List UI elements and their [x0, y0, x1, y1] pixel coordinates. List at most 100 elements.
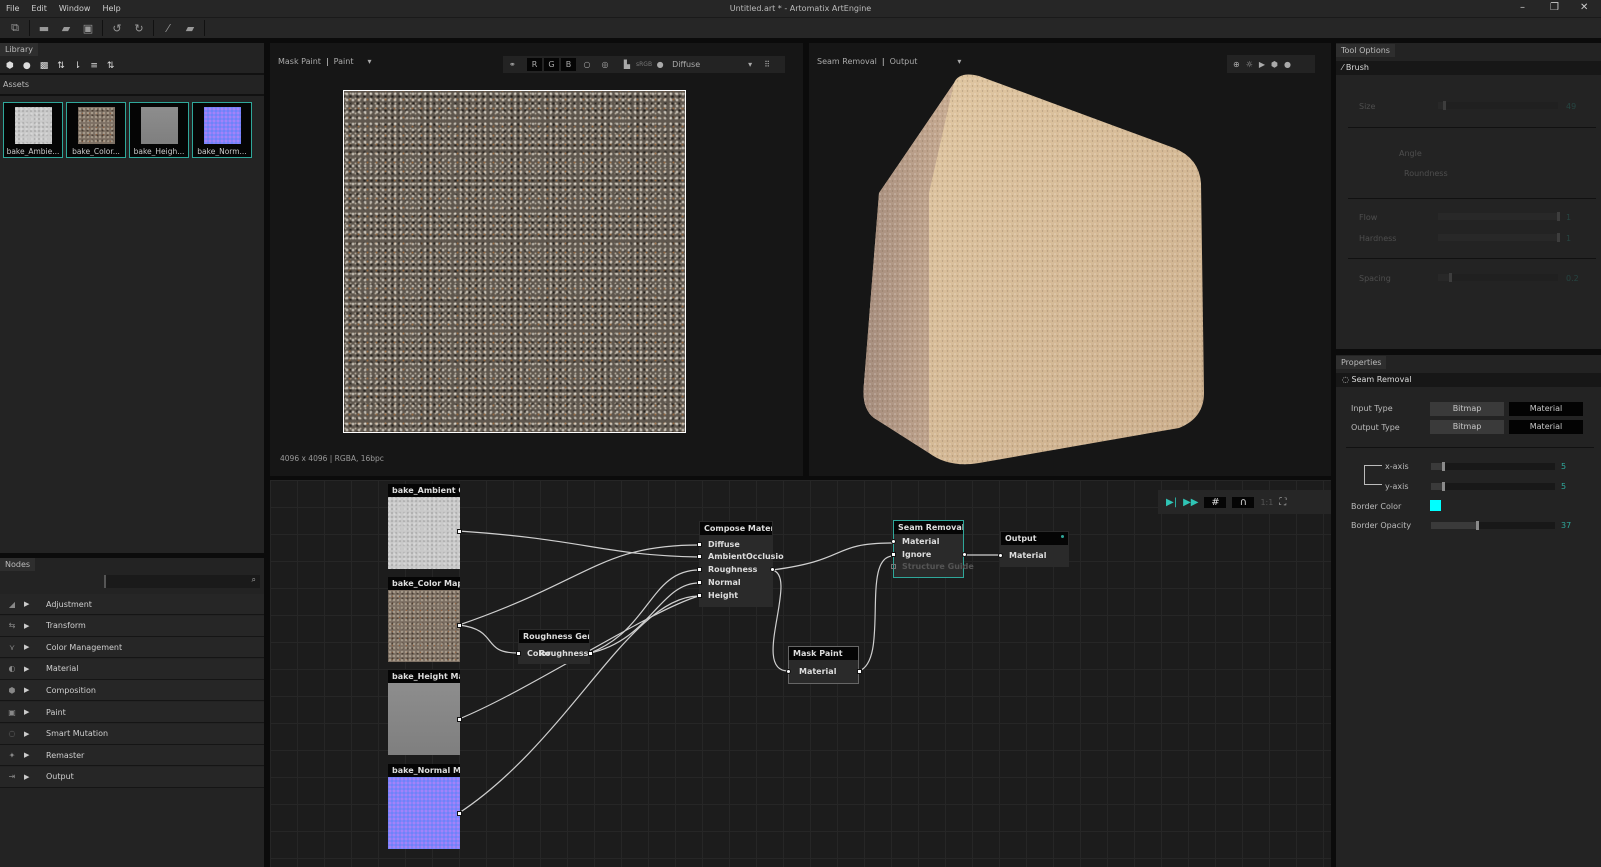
- node-category-color-management[interactable]: ⋎ ▶ Color Management: [0, 637, 264, 659]
- expand-arrow-icon[interactable]: ▶: [24, 751, 38, 759]
- asset-thumb[interactable]: bake_Heigh...: [129, 102, 189, 158]
- channel-mix-icon[interactable]: ◎: [596, 60, 614, 69]
- border-color-swatch[interactable]: [1430, 500, 1441, 511]
- port-roughness-out[interactable]: Roughness: [539, 649, 588, 658]
- node-graph[interactable]: bake_Ambient Occ bake_Color Map fr bake_…: [270, 480, 1331, 867]
- minimize-icon[interactable]: –: [1520, 2, 1525, 13]
- port-roughness[interactable]: Roughness: [708, 565, 757, 574]
- properties-tab[interactable]: Properties: [1336, 356, 1387, 369]
- new-icon[interactable]: ▬: [33, 22, 55, 35]
- histogram-icon[interactable]: ▙: [618, 60, 636, 69]
- port-material[interactable]: Material: [1009, 551, 1046, 560]
- node-category-material[interactable]: ◐ ▶ Material: [0, 658, 264, 680]
- expand-arrow-icon[interactable]: ▶: [24, 600, 38, 608]
- channel-select[interactable]: Diffuse: [672, 60, 748, 69]
- image-node-color-map[interactable]: bake_Color Map fr: [388, 577, 460, 662]
- x-axis-slider[interactable]: [1431, 462, 1555, 471]
- texture-preview[interactable]: [343, 90, 686, 433]
- asset-thumb[interactable]: bake_Color...: [66, 102, 126, 158]
- image-node-ambient-occlusion[interactable]: bake_Ambient Occ: [388, 484, 460, 569]
- image-node-normal-map[interactable]: bake_Normal Map: [388, 764, 460, 849]
- port-structure-guide[interactable]: Structure Guide: [902, 562, 974, 571]
- chevron-down-icon[interactable]: ▾: [748, 60, 752, 69]
- node-category-composition[interactable]: ⬢ ▶ Composition: [0, 680, 264, 702]
- channel-r-toggle[interactable]: R: [527, 58, 542, 71]
- hardness-slider[interactable]: [1438, 233, 1560, 242]
- spacing-slider[interactable]: [1438, 273, 1558, 282]
- node-category-remaster[interactable]: ✦ ▶ Remaster: [0, 745, 264, 767]
- node-mask-paint[interactable]: Mask Paint Material: [786, 646, 862, 684]
- srgb-toggle[interactable]: sRGB: [636, 61, 652, 68]
- border-opacity-slider[interactable]: [1431, 521, 1555, 530]
- port-height[interactable]: Height: [708, 591, 738, 600]
- tool-options-tab[interactable]: Tool Options: [1336, 44, 1395, 57]
- sphere-icon[interactable]: ●: [23, 61, 31, 71]
- checker-icon[interactable]: ▩: [40, 61, 49, 71]
- node-roughness-generator[interactable]: Roughness Genera Color Roughness: [516, 629, 593, 664]
- expand-arrow-icon[interactable]: ▶: [24, 665, 38, 673]
- node-category-paint[interactable]: ▣ ▶ Paint: [0, 702, 264, 723]
- swap-icon[interactable]: ⇅: [107, 61, 115, 71]
- output-port[interactable]: [457, 623, 462, 628]
- cube-icon[interactable]: ⬢: [6, 61, 14, 71]
- undo-icon[interactable]: ↺: [106, 22, 128, 35]
- library-tab[interactable]: Library: [0, 43, 38, 56]
- sort-icon[interactable]: ⇂: [74, 61, 82, 71]
- expand-arrow-icon[interactable]: ▶: [24, 730, 38, 738]
- port-ignore[interactable]: Ignore: [902, 550, 931, 559]
- node-category-adjustment[interactable]: ◢ ▶ Adjustment: [0, 594, 264, 615]
- fit-view-icon[interactable]: ⛶: [1279, 497, 1286, 508]
- redo-icon[interactable]: ↻: [128, 22, 150, 35]
- grid-icon[interactable]: ⠿: [764, 60, 770, 69]
- sort-az-icon[interactable]: ⇅: [57, 61, 65, 71]
- flow-slider[interactable]: [1438, 212, 1560, 221]
- eraser-icon[interactable]: ▰: [179, 22, 201, 35]
- node-seam-removal[interactable]: Seam Removal Material Ignore Structure G…: [891, 520, 974, 578]
- output-port[interactable]: [457, 811, 462, 816]
- output-port[interactable]: [457, 529, 462, 534]
- channels-icon[interactable]: ⚭: [509, 60, 527, 69]
- save-icon[interactable]: ▣: [77, 22, 99, 35]
- image-node-height-map[interactable]: bake_Height Map f: [388, 670, 460, 755]
- step-icon[interactable]: ▶|: [1166, 497, 1177, 508]
- node-category-smart-mutation[interactable]: ◌ ▶ Smart Mutation: [0, 723, 264, 745]
- output-type-bitmap[interactable]: Bitmap: [1430, 420, 1504, 434]
- info-icon[interactable]: ●: [652, 60, 668, 69]
- brush-icon[interactable]: ⁄: [157, 22, 179, 35]
- input-type-material[interactable]: Material: [1509, 402, 1583, 416]
- link-axes-icon[interactable]: [1364, 465, 1382, 485]
- port-normal[interactable]: Normal: [708, 578, 741, 587]
- y-axis-slider[interactable]: [1431, 482, 1555, 491]
- node-category-transform[interactable]: ⇆ ▶ Transform: [0, 615, 264, 637]
- expand-arrow-icon[interactable]: ▶: [24, 686, 38, 694]
- view2d-mode-dropdown[interactable]: Paint: [334, 57, 354, 66]
- cube-preview[interactable]: [809, 43, 1331, 476]
- expand-arrow-icon[interactable]: ▶: [24, 773, 38, 781]
- grid-snap-icon[interactable]: #: [1204, 496, 1227, 508]
- channel-b-toggle[interactable]: B: [561, 58, 576, 71]
- asset-thumb[interactable]: bake_Ambie...: [3, 102, 63, 158]
- port-material[interactable]: Material: [799, 667, 836, 676]
- play-all-icon[interactable]: ▶▶: [1183, 497, 1198, 508]
- port-diffuse[interactable]: Diffuse: [708, 540, 740, 549]
- list-sort-icon[interactable]: ≡: [90, 61, 98, 71]
- asset-thumb[interactable]: bake_Norm...: [192, 102, 252, 158]
- port-ambient-occlusion[interactable]: AmbientOcclusio: [708, 552, 784, 561]
- open-icon[interactable]: ▰: [55, 22, 77, 35]
- input-type-bitmap[interactable]: Bitmap: [1430, 402, 1504, 416]
- chevron-down-icon[interactable]: ▾: [367, 57, 371, 66]
- channel-g-toggle[interactable]: G: [544, 58, 559, 71]
- restore-icon[interactable]: ❐: [1550, 2, 1559, 13]
- node-output[interactable]: Output Material: [998, 531, 1069, 567]
- viewport-2d[interactable]: Mask Paint | Paint ▾ ⚭ R G B ○ ◎ ▙ sRGB ● …: [270, 43, 803, 476]
- import-icon[interactable]: ⧉: [4, 21, 26, 35]
- expand-arrow-icon[interactable]: ▶: [24, 708, 38, 716]
- nodes-tab[interactable]: Nodes: [0, 558, 36, 571]
- output-type-material[interactable]: Material: [1509, 420, 1583, 434]
- node-compose-material[interactable]: Compose Material Diffuse AmbientOcclusio…: [697, 521, 784, 607]
- expand-arrow-icon[interactable]: ▶: [24, 622, 38, 630]
- node-category-output[interactable]: ⇥ ▶ Output: [0, 766, 264, 788]
- close-icon[interactable]: ✕: [1580, 2, 1588, 13]
- expand-arrow-icon[interactable]: ▶: [24, 643, 38, 651]
- magnet-icon[interactable]: ∩: [1232, 496, 1255, 508]
